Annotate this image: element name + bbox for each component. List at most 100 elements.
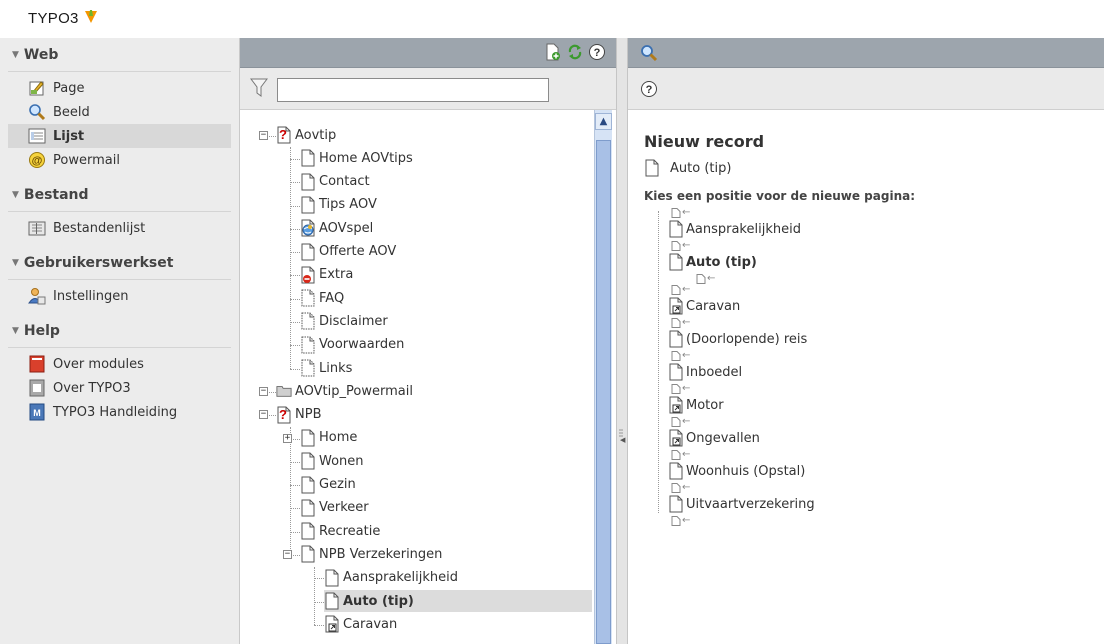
tree-node[interactable]: Aansprakelijkheid [324,567,458,589]
shortcut-page-icon[interactable] [324,615,340,633]
module-group-header[interactable]: ▼ Bestand [8,178,231,212]
module-group-header[interactable]: ▼ Gebruikerswerkset [8,246,231,280]
collapse-toggle-icon[interactable]: − [259,130,268,140]
insert-position-button[interactable]: ← [671,383,1104,394]
insert-position-button[interactable]: ← [671,416,1104,427]
module-item-over-modules[interactable]: Over modules [8,352,231,376]
svg-text:?: ? [279,407,287,422]
module-group-gebruikerswerkset: ▼ Gebruikerswerkset Instellingen [8,246,231,314]
tree-filter-input[interactable] [277,78,549,102]
page-icon[interactable] [300,522,316,540]
insert-position-button[interactable]: ← [671,449,1104,460]
tree-node[interactable]: Caravan [324,613,397,635]
insert-position-button[interactable]: ← [671,284,1104,295]
module-group-label: Bestand [23,186,89,203]
refresh-icon[interactable] [566,43,584,61]
tree-node[interactable]: Gezin [300,474,356,496]
module-item-instellingen[interactable]: Instellingen [8,284,231,308]
insert-position-button[interactable]: ← [671,207,1104,218]
page-tree-panel: ? −? Aovtip Home AOVtips Contact Tips AOV AOV… [240,38,616,644]
tree-connector-line [290,147,291,369]
page-icon[interactable] [300,499,316,517]
tree-connector-line [314,601,324,603]
hidden-page-icon[interactable] [300,336,316,354]
page-icon[interactable] [300,429,316,447]
module-group-header[interactable]: ▼ Help [8,314,231,348]
globe-page-icon[interactable] [300,219,316,237]
tree-connector-line [290,426,291,556]
page-icon[interactable] [324,592,340,610]
tree-node[interactable]: Auto (tip) [324,590,592,612]
insert-position-button[interactable]: ← [696,273,1104,284]
collapse-toggle-icon[interactable]: − [259,386,268,396]
page-icon[interactable] [300,196,316,214]
scroll-up-button[interactable]: ▲ [595,113,612,130]
tree-node[interactable]: NPB Verzekeringen [300,543,442,565]
root-warning-page-icon[interactable]: ? [276,126,292,144]
module-item-typo3-handleiding[interactable]: M TYPO3 Handleiding [8,400,231,424]
tree-node[interactable]: Recreatie [300,520,380,542]
module-item-powermail[interactable]: @ Powermail [8,148,231,172]
tree-node[interactable]: Home AOVtips [300,147,413,169]
tree-node-label: Verkeer [319,500,369,516]
insert-position-button[interactable]: ← [671,482,1104,493]
tree-node[interactable]: Home [300,427,357,449]
tree-node[interactable]: Verkeer [300,497,369,519]
page-icon[interactable] [300,243,316,261]
scroll-thumb[interactable] [596,140,611,644]
tree-node[interactable]: FAQ [300,287,344,309]
page-module-icon [29,81,44,96]
insert-position-button[interactable]: ← [671,350,1104,361]
module-group-header[interactable]: ▼ Web [8,38,231,72]
module-item-beeld[interactable]: Beeld [8,100,231,124]
page-icon[interactable] [300,173,316,191]
module-item-bestandenlijst[interactable]: Bestandenlijst [8,216,231,240]
help-icon[interactable]: ? [640,80,658,98]
insert-arrow-icon: ← [682,349,691,361]
collapse-arrow-icon[interactable]: ◀ [620,436,625,444]
tree-node[interactable]: ? Aovtip [276,124,336,146]
page-icon[interactable] [300,476,316,494]
collapse-toggle-icon[interactable]: − [283,550,292,560]
position-list: ← Aansprakelijkheid ← Auto (tip) ← ← Caravan ← (… [644,207,1104,526]
filter-icon[interactable] [250,77,268,99]
tree-node[interactable]: Disclaimer [300,310,388,332]
insert-position-button[interactable]: ← [671,240,1104,251]
folder-icon[interactable] [276,382,292,400]
hidden-page-icon[interactable] [300,289,316,307]
page-icon[interactable] [300,545,316,563]
collapse-toggle-icon[interactable]: − [259,410,268,420]
page-icon[interactable] [324,569,340,587]
typo3-logo[interactable]: TYPO3 [28,9,100,27]
tree-node[interactable]: Offerte AOV [300,241,396,263]
module-item-over-typo3[interactable]: Over TYPO3 [8,376,231,400]
tree-node[interactable]: ? NPB [276,404,321,426]
hidden-page-icon[interactable] [300,312,316,330]
module-item-page[interactable]: Page [8,76,231,100]
page-icon[interactable] [300,149,316,167]
help-icon[interactable]: ? [588,43,606,61]
module-item-lijst[interactable]: Lijst [8,124,231,148]
tree-node[interactable]: AOVtip_Powermail [276,380,413,402]
content-area: ? Nieuw record Auto (tip) Kies een posit… [628,38,1104,644]
restricted-page-icon[interactable] [300,266,316,284]
tree-node[interactable]: Contact [300,171,370,193]
tree-node[interactable]: AOVspel [300,217,373,239]
mini-page-icon [671,350,681,361]
tree-node[interactable]: Links [300,357,352,379]
expand-toggle-icon[interactable]: + [283,433,292,443]
tree-scrollbar[interactable]: ▲ [594,110,612,644]
tree-node[interactable]: Voorwaarden [300,334,404,356]
module-item-label: Over TYPO3 [53,380,131,396]
panel-splitter[interactable]: ◀ [616,38,628,644]
search-icon[interactable] [640,44,658,62]
tree-node[interactable]: Tips AOV [300,194,377,216]
hidden-page-icon[interactable] [300,359,316,377]
insert-position-button[interactable]: ← [671,317,1104,328]
root-warning-page-icon[interactable]: ? [276,406,292,424]
new-page-icon[interactable] [544,43,562,61]
page-icon[interactable] [300,452,316,470]
tree-node[interactable]: Wonen [300,450,364,472]
insert-position-button[interactable]: ← [671,515,1104,526]
tree-node[interactable]: Extra [300,264,353,286]
